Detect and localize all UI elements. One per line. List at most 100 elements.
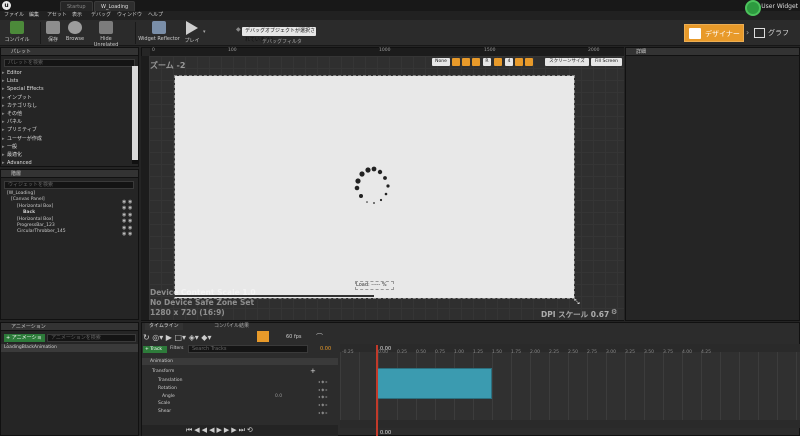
track-search-input[interactable]: Search Tracks [188, 345, 308, 353]
visibility-eye-icons[interactable]: ◉ ◉ ◉ ◉ ◉ ◉ ◉ ◉ ◉ ◉ ◉ ◉ [122, 199, 132, 237]
compile-button[interactable]: コンパイル [2, 21, 32, 45]
graph-label: グラフ [768, 29, 789, 37]
key-nav-icons[interactable]: ◂ ◆ ▸ ◂ ◆ ▸ ◂ ◆ ▸ ◂ ◆ ▸ ◂ ◆ ▸ [318, 378, 328, 417]
load-text: Load: ----- % [356, 282, 387, 288]
menu-file[interactable]: ファイル [4, 11, 24, 20]
track-angle[interactable]: Angle [142, 393, 338, 400]
add-animation-button[interactable]: + アニメーション [4, 334, 45, 349]
tick-label: 3.75 [663, 350, 674, 355]
tab-startup[interactable]: Startup [60, 1, 93, 11]
angle-value[interactable]: 0.0 [275, 394, 282, 399]
animation-search-input[interactable]: アニメーションを検索 [47, 334, 136, 342]
track-animation[interactable]: Animation [142, 358, 338, 365]
hide-unrelated-button[interactable]: Hide Unrelated [88, 21, 124, 48]
tick-label: 1.25 [473, 350, 484, 355]
user-avatar-icon[interactable] [745, 0, 761, 16]
palette-item[interactable]: インプット [1, 94, 131, 102]
tick-label: 2.75 [587, 350, 598, 355]
play-options-chevron-icon[interactable]: ▾ [203, 29, 206, 35]
track-scale[interactable]: Scale [142, 400, 338, 407]
animation-section-block[interactable] [377, 368, 492, 399]
palette-item[interactable]: パネル [1, 118, 131, 126]
add-key-plus-icon[interactable]: + [310, 367, 316, 375]
mode-chevron-icon: › [746, 28, 750, 37]
playhead-time-bottom: 0.00 [380, 430, 392, 436]
palette-search-input[interactable]: パレットを検索 [4, 59, 135, 67]
menu-help[interactable]: ヘルプ [148, 11, 163, 20]
resize-handle-icon[interactable]: ⤡ [574, 298, 580, 307]
playback-controls: ⏮◀◀◀▶▶▶⏭⟲ [142, 425, 338, 436]
widget-search-input[interactable]: ウィジェットを検索 [4, 181, 134, 189]
playhead-line[interactable] [376, 345, 378, 436]
timeline-ruler-bottom[interactable] [340, 420, 800, 428]
palette-item[interactable]: その他 [1, 110, 131, 118]
palette-item[interactable]: プリミティブ [1, 126, 131, 134]
animations-header: アニメーション [1, 323, 138, 331]
track-rotation[interactable]: Rotation [142, 385, 338, 392]
palette-item[interactable]: Editor [1, 69, 131, 77]
throbber-dot [379, 198, 383, 202]
tick-label: 1.00 [454, 350, 465, 355]
curve-editor-icon[interactable]: ⌒ [316, 332, 323, 342]
play-icon [186, 21, 198, 35]
menu-window[interactable]: ウィンドウ [117, 11, 142, 20]
snap-magnet-button[interactable] [257, 331, 269, 342]
palette-item[interactable]: Advanced [1, 159, 131, 167]
browse-label: Browse [65, 36, 85, 42]
track-transform[interactable]: Transform [142, 368, 338, 375]
tick-label: 0.50 [416, 350, 427, 355]
throbber-dot [365, 167, 371, 173]
timeline-toolbar-icons[interactable]: ↻ ◎▾ ▶ □▾ ◈▾ ◆▾ [143, 333, 211, 342]
palette-item[interactable]: Lists [1, 77, 131, 85]
browse-button[interactable]: Browse [64, 21, 86, 45]
details-header: 詳細 [626, 48, 799, 56]
option-toggle-button[interactable] [525, 58, 533, 66]
reflector-icon [152, 21, 166, 34]
menu-edit[interactable]: 編集 [29, 11, 39, 20]
track-shear[interactable]: Shear [142, 408, 338, 415]
snap-toggle-button[interactable] [462, 58, 470, 66]
fps-select[interactable]: 60 fps [286, 334, 302, 340]
layout-toggle-button[interactable] [472, 58, 480, 66]
resolution-text: 1280 x 720 (16:9) [150, 308, 225, 317]
palette-item[interactable]: カテゴリなし [1, 102, 131, 110]
four-button[interactable]: 4 [505, 58, 513, 66]
designer-mode-button[interactable]: デザイナー [684, 24, 744, 42]
tab-w-loading[interactable]: W_Loading [94, 1, 136, 11]
palette-item[interactable]: 最適化 [1, 151, 131, 159]
align-toggle-button[interactable] [494, 58, 502, 66]
animation-list-item[interactable]: LoadingBlackAnimation [1, 344, 138, 352]
tab-timeline[interactable]: タイムライン [145, 323, 183, 330]
track-translation[interactable]: Translation [142, 377, 338, 384]
graph-mode-button[interactable]: グラフ [752, 24, 798, 42]
grid-toggle-button[interactable] [452, 58, 460, 66]
tick-label: 3.00 [606, 350, 617, 355]
r-button[interactable]: R [483, 58, 491, 66]
menu-view[interactable]: 表示 [72, 11, 82, 20]
palette-scrollbar[interactable] [132, 66, 138, 164]
palette-item[interactable]: Special Effects [1, 85, 131, 93]
palette-item[interactable]: ユーザーが作成 [1, 135, 131, 143]
tree-item[interactable]: CircularThrobber_145 [5, 229, 138, 235]
debug-object-select[interactable]: デバッグオブジェクトが選択されていません [242, 27, 316, 43]
playback-buttons-icons[interactable]: ⏮◀◀◀▶▶▶⏭⟲ [186, 426, 255, 435]
add-track-button[interactable]: + Track [143, 346, 167, 353]
none-button[interactable]: None [432, 58, 450, 66]
ruler-label: 2000 [588, 48, 600, 53]
option-toggle-button[interactable] [515, 58, 523, 66]
filters-button[interactable]: Filters [170, 346, 184, 351]
play-button[interactable]: プレイ [182, 21, 202, 45]
widget-reflector-button[interactable]: Widget Reflector [138, 21, 180, 45]
tab-compile-results[interactable]: コンパイル結果 [210, 323, 253, 330]
palette-item[interactable]: 一般 [1, 143, 131, 151]
fill-screen-select[interactable]: Fill Screen [591, 58, 622, 66]
menu-asset[interactable]: アセット [47, 11, 67, 20]
throbber-dot [355, 178, 361, 184]
menu-debug[interactable]: デバッグ [91, 11, 111, 20]
dpi-settings-gear-icon[interactable]: ⚙ [611, 308, 617, 316]
user-widget-label: User Widget [761, 3, 798, 10]
save-button[interactable]: 保存 [43, 21, 63, 45]
palette-list: Editor Lists Special Effects インプット カテゴリな… [1, 69, 131, 169]
screen-size-select[interactable]: スクリーンサイズ [545, 58, 589, 66]
tick-label: 3.50 [644, 350, 655, 355]
